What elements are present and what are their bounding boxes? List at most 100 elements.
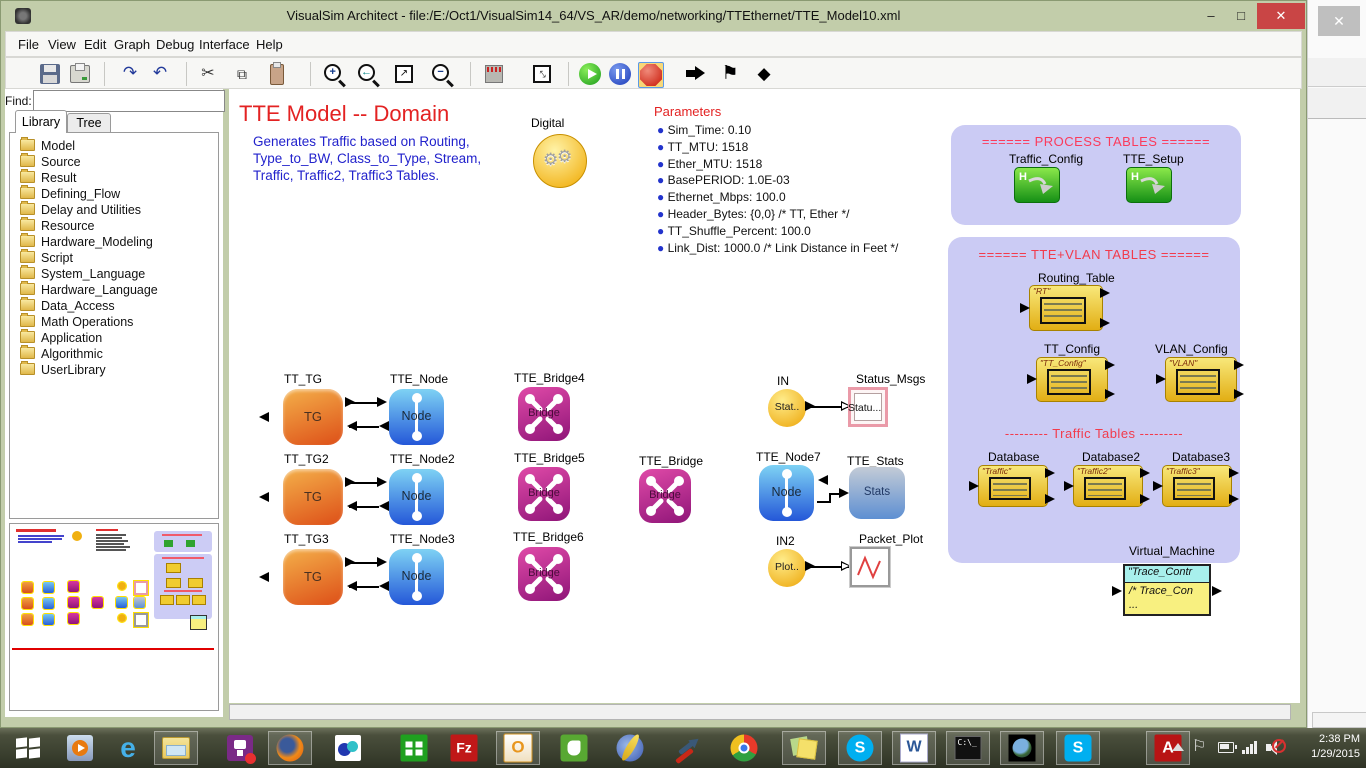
menu-view[interactable]: View	[48, 37, 76, 52]
zoom-out-icon[interactable]: −	[430, 62, 454, 86]
command-prompt-icon[interactable]: C:\_	[946, 731, 990, 765]
tree-item-hardware-language[interactable]: Hardware_Language	[20, 282, 158, 298]
word-icon[interactable]: W	[892, 731, 936, 765]
tree-item-application[interactable]: Application	[20, 330, 102, 346]
tab-tree[interactable]: Tree	[67, 113, 111, 133]
zoom-fit-icon[interactable]: ↗	[392, 62, 416, 86]
redo-icon[interactable]: ↷	[118, 62, 142, 86]
tt-tg3-block[interactable]: TG	[283, 549, 343, 605]
menu-edit[interactable]: Edit	[84, 37, 106, 52]
undo-icon[interactable]: ↶	[148, 62, 172, 86]
start-button[interactable]	[6, 731, 50, 765]
canvas-horizontal-scrollbar[interactable]	[229, 704, 1291, 720]
tray-network-icon[interactable]	[1242, 740, 1260, 754]
tray-show-hidden-icon[interactable]	[1172, 743, 1184, 751]
spheres-app-icon[interactable]	[326, 731, 370, 765]
find-input[interactable]	[33, 90, 225, 112]
traffic-config-block[interactable]: H	[1014, 167, 1060, 203]
database-block[interactable]: "Traffic"	[978, 465, 1048, 507]
tray-battery-icon[interactable]	[1218, 742, 1234, 753]
sticky-notes-icon[interactable]	[782, 731, 826, 765]
tte-setup-block[interactable]: H	[1126, 167, 1172, 203]
breakpoint-flag-icon[interactable]: ⚑	[718, 62, 742, 86]
stop-icon[interactable]	[638, 62, 664, 88]
tte-stats-block[interactable]: Stats	[849, 467, 905, 519]
internet-explorer-icon[interactable]: e	[106, 731, 150, 765]
listen-to-actor-icon[interactable]	[482, 62, 506, 86]
tree-item-hardware-modeling[interactable]: Hardware_Modeling	[20, 234, 153, 250]
in-block[interactable]: Stat..	[768, 389, 806, 427]
arrows-app-icon[interactable]	[664, 731, 708, 765]
tte-node7-block[interactable]: Node	[759, 465, 814, 521]
tray-volume-muted-icon[interactable]	[1266, 738, 1286, 756]
file-explorer-icon[interactable]	[154, 731, 198, 765]
outlook-icon[interactable]: O	[496, 731, 540, 765]
media-player-icon[interactable]	[58, 731, 102, 765]
close-button[interactable]: ✕	[1257, 3, 1305, 29]
tt-config-block[interactable]: "TT_Config"	[1036, 357, 1108, 402]
final-diamond-icon[interactable]: ◆	[752, 62, 776, 86]
minimize-button[interactable]: –	[1197, 6, 1225, 28]
packet-plot-block[interactable]	[850, 547, 890, 587]
filezilla-icon[interactable]: Fz	[442, 731, 486, 765]
tree-item-math-operations[interactable]: Math Operations	[20, 314, 133, 330]
tree-item-source[interactable]: Source	[20, 154, 81, 170]
earth-app-icon[interactable]	[1000, 731, 1044, 765]
tab-library[interactable]: Library	[15, 110, 67, 133]
skype-icon[interactable]: S	[838, 731, 882, 765]
title-bar[interactable]: VisualSim Architect - file:/E:/Oct1/Visu…	[1, 1, 1306, 31]
paste-icon[interactable]	[264, 62, 288, 86]
tte-bridge4-block[interactable]: Bridge	[518, 387, 570, 441]
print-icon[interactable]	[68, 62, 92, 86]
tree-item-algorithmic[interactable]: Algorithmic	[20, 346, 103, 362]
menu-debug[interactable]: Debug	[156, 37, 194, 52]
cut-icon[interactable]: ✂	[196, 62, 220, 86]
model-canvas[interactable]: TTE Model -- Domain Generates Traffic ba…	[229, 89, 1300, 703]
fullscreen-icon[interactable]: ⤡	[530, 62, 554, 86]
tte-bridge-block[interactable]: Bridge	[639, 469, 691, 523]
digital-block[interactable]: ⚙ ⚙	[533, 134, 587, 188]
in2-block[interactable]: Plot..	[768, 549, 806, 587]
tree-item-resource[interactable]: Resource	[20, 218, 95, 234]
database2-block[interactable]: "Traffic2"	[1073, 465, 1143, 507]
tte-node3-block[interactable]: Node	[389, 549, 444, 605]
tray-flag-icon[interactable]: ⚐	[1192, 736, 1206, 756]
database3-block[interactable]: "Traffic3"	[1162, 465, 1232, 507]
tree-item-script[interactable]: Script	[20, 250, 73, 266]
menu-file[interactable]: File	[18, 37, 39, 52]
vlan-config-block[interactable]: "VLAN"	[1165, 357, 1237, 402]
model-navigator-thumbnail[interactable]	[9, 523, 219, 711]
tree-item-result[interactable]: Result	[20, 170, 76, 186]
menu-graph[interactable]: Graph	[114, 37, 150, 52]
pause-icon[interactable]	[608, 62, 632, 86]
menu-interface[interactable]: Interface	[199, 37, 250, 52]
windows-store-icon[interactable]	[392, 731, 436, 765]
menu-help[interactable]: Help	[256, 37, 283, 52]
routing-table-block[interactable]: "RT"	[1029, 285, 1103, 331]
skype2-icon[interactable]: S	[1056, 731, 1100, 765]
tte-bridge5-block[interactable]: Bridge	[518, 467, 570, 521]
tte-node-block[interactable]: Node	[389, 389, 444, 445]
tree-item-model[interactable]: Model	[20, 138, 75, 154]
run-icon[interactable]	[578, 62, 602, 86]
tray-clock-time[interactable]: 2:38 PM	[1294, 733, 1360, 745]
tt-tg-block[interactable]: TG	[283, 389, 343, 445]
camera-app-icon[interactable]	[218, 731, 262, 765]
tree-item-userlibrary[interactable]: UserLibrary	[20, 362, 106, 378]
tray-clock-date[interactable]: 1/29/2015	[1294, 748, 1360, 760]
maximize-button[interactable]: □	[1227, 6, 1255, 28]
tree-item-system-language[interactable]: System_Language	[20, 266, 145, 282]
background-window-scrollbar[interactable]	[1312, 712, 1366, 728]
go-to-icon[interactable]	[684, 62, 708, 86]
tte-node2-block[interactable]: Node	[389, 469, 444, 525]
firefox-icon[interactable]	[268, 731, 312, 765]
background-window-close-icon[interactable]: ✕	[1318, 6, 1360, 36]
background-window[interactable]: ✕	[1307, 0, 1366, 728]
virtual-machine-block[interactable]: "Trace_Contr /* Trace_Con ...	[1123, 564, 1211, 616]
chrome-icon[interactable]	[722, 731, 766, 765]
status-msgs-block[interactable]: Statu...	[848, 387, 888, 427]
save-icon[interactable]	[38, 62, 62, 86]
zoom-in-icon[interactable]: +	[322, 62, 346, 86]
zoom-original-icon[interactable]: ←	[356, 62, 380, 86]
evernote-icon[interactable]	[552, 731, 596, 765]
